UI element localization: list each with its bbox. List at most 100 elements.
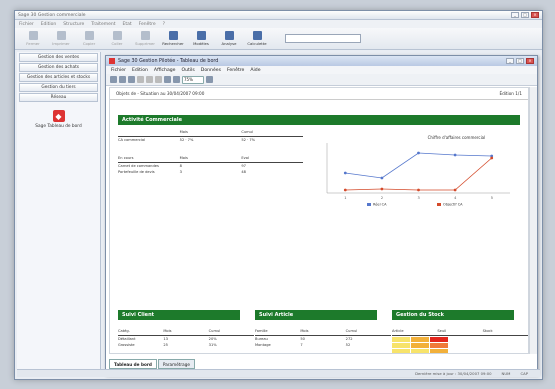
open-icon[interactable] xyxy=(110,76,117,83)
child-title: Sage 30 Gestion Pilotée - Tableau de bor… xyxy=(118,58,219,64)
child-close-button[interactable]: × xyxy=(526,58,534,64)
x-tick-label: 4 xyxy=(454,196,457,200)
child-menubar: Fichier Edition Affichage Outils Données… xyxy=(106,66,537,74)
child-maximize-button[interactable]: □ xyxy=(516,58,524,64)
zoom-select[interactable]: 75% xyxy=(182,75,204,84)
menu-item[interactable]: Structure xyxy=(63,22,84,27)
window-titlebar: Sage 30 Gestion commerciale _ □ × xyxy=(15,11,542,20)
sage-logo-icon xyxy=(109,58,115,64)
toolbar-select[interactable] xyxy=(285,34,361,43)
table-row: Détaillant 13 20% xyxy=(118,337,217,342)
tab-settings[interactable]: Paramétrage xyxy=(157,359,195,369)
template-icon xyxy=(196,31,206,40)
app-menubar: Fichier Edition Structure Traitement Eta… xyxy=(15,20,542,28)
section-title-article: Suivi Article xyxy=(255,310,378,320)
toolbar-search-button[interactable]: Rechercher xyxy=(161,31,185,46)
commercial-section: Activité Commerciale Mois Cumul CA commer… xyxy=(118,115,520,209)
section-title-client: Suivi Client xyxy=(118,310,241,320)
child-menu-item[interactable]: Données xyxy=(201,68,221,73)
ca-line-chart: Chiffre d'affaires commercial 1 2 3 4 5 Réel C… xyxy=(326,135,510,207)
calculator-icon xyxy=(252,31,262,40)
table-row: Article Seuil Stock xyxy=(392,328,493,333)
document-header-right: Édition 1/1 xyxy=(499,91,522,96)
app-window: Sage 30 Gestion commerciale _ □ × Fichie… xyxy=(14,10,543,380)
menu-item[interactable]: Edition xyxy=(41,22,57,27)
child-menu-item[interactable]: Aide xyxy=(250,68,260,73)
close-button[interactable]: × xyxy=(531,12,539,18)
client-panel: Suivi Client Catég. Mois Cumul Détaillant 1… xyxy=(118,310,254,348)
tab-dashboard[interactable]: Tableau de bord xyxy=(109,359,157,369)
table-icon[interactable] xyxy=(164,76,171,83)
table-row: Famille Mois Cumul xyxy=(255,328,358,333)
series-point xyxy=(490,156,494,160)
toolbar-calculator-button[interactable]: Calculette xyxy=(245,31,269,46)
stock-panel: Gestion du Stock Article Seuil Stock xyxy=(392,310,528,353)
vertical-scrollbar[interactable] xyxy=(529,87,537,354)
sheet-tabs: Tableau de bord Paramétrage xyxy=(109,359,195,369)
search-icon xyxy=(168,31,178,40)
paste-icon xyxy=(112,31,122,40)
help-icon[interactable] xyxy=(206,76,213,83)
dashboard-shortcut-icon[interactable]: ◆ xyxy=(52,110,65,122)
commerce-table: Mois Cumul CA commercial 52 · 7% 52 · 7% En… xyxy=(118,129,303,209)
legend-swatch xyxy=(367,203,371,206)
menu-item[interactable]: Etat xyxy=(122,22,131,27)
menu-item[interactable]: ? xyxy=(163,22,165,27)
toolbar-print-button[interactable]: Imprimer xyxy=(49,31,73,46)
dashboard-document: Objets de - Situation au 30/04/2007 09:0… xyxy=(109,87,529,354)
copy-icon[interactable] xyxy=(146,76,153,83)
child-menu-item[interactable]: Outils xyxy=(182,68,195,73)
series-point xyxy=(343,171,347,175)
print-icon[interactable] xyxy=(128,76,135,83)
child-menu-item[interactable]: Fenêtre xyxy=(227,68,244,73)
undo-icon[interactable] xyxy=(155,76,162,83)
dashboard-shortcut-label: Sage Tableau de bord xyxy=(35,124,82,129)
legend-label: Réel CA xyxy=(373,203,387,207)
sidebar-item-network[interactable]: Réseau xyxy=(19,93,98,102)
child-minimize-button[interactable]: _ xyxy=(506,58,514,64)
menu-item[interactable]: Fenêtre xyxy=(139,22,156,27)
status-bar: Dernière mise à jour : 30/04/2007 09:00 … xyxy=(17,369,540,377)
document-header-left: Objets de - Situation au 30/04/2007 09:0… xyxy=(116,91,205,96)
cut-icon[interactable] xyxy=(137,76,144,83)
series-point xyxy=(453,188,457,192)
child-menu-item[interactable]: Affichage xyxy=(154,68,176,73)
series-point xyxy=(417,151,420,155)
status-num: NUM xyxy=(501,371,511,376)
toolbar-delete-button[interactable]: Supprimer xyxy=(133,31,157,46)
window-controls: _ □ × xyxy=(511,12,539,18)
section-title-commerce: Activité Commerciale xyxy=(118,115,520,125)
series-point xyxy=(453,153,457,157)
app-toolbar: Fermer Imprimer Copier Coller Supprimer … xyxy=(15,28,542,50)
sidebar-item-purchases[interactable]: Gestion des achats xyxy=(19,63,98,72)
toolbar-copy-button[interactable]: Copier xyxy=(77,31,101,46)
copy-icon xyxy=(84,31,94,40)
menu-item[interactable]: Traitement xyxy=(91,22,115,27)
close-doc-icon xyxy=(28,31,38,40)
table-row: Bureau 50 272 xyxy=(255,337,353,342)
save-icon[interactable] xyxy=(119,76,126,83)
menu-item[interactable]: Fichier xyxy=(19,22,34,27)
grid-icon[interactable] xyxy=(173,76,180,83)
table-row: CA commercial 52 · 7% 52 · 7% xyxy=(118,138,256,143)
table-row: Portefeuille de devis 3 48 xyxy=(118,169,246,174)
sidebar-item-sales[interactable]: Gestion des ventes xyxy=(19,53,98,62)
child-menu-item[interactable]: Fichier xyxy=(111,68,126,73)
dashboard-window: Sage 30 Gestion Pilotée - Tableau de bor… xyxy=(105,55,538,375)
section-title-stock: Gestion du Stock xyxy=(392,310,515,320)
legend-swatch xyxy=(437,203,441,206)
minimize-button[interactable]: _ xyxy=(511,12,519,18)
sidebar-item-third[interactable]: Gestion du tiers xyxy=(19,83,98,92)
series-line xyxy=(345,157,492,191)
toolbar-close-button[interactable]: Fermer xyxy=(21,31,45,46)
article-panel: Suivi Article Famille Mois Cumul Bureau 50 2… xyxy=(255,310,391,348)
x-tick-label: 1 xyxy=(344,196,346,200)
toolbar-analysis-button[interactable]: Analyse xyxy=(217,31,241,46)
toolbar-templates-button[interactable]: Modèles xyxy=(189,31,213,46)
sidebar-item-stock[interactable]: Gestion des articles et stocks xyxy=(19,73,98,82)
x-tick-label: 3 xyxy=(418,196,420,200)
document-header: Objets de - Situation au 30/04/2007 09:0… xyxy=(110,88,528,100)
maximize-button[interactable]: □ xyxy=(521,12,529,18)
toolbar-paste-button[interactable]: Coller xyxy=(105,31,129,46)
child-menu-item[interactable]: Edition xyxy=(132,68,148,73)
